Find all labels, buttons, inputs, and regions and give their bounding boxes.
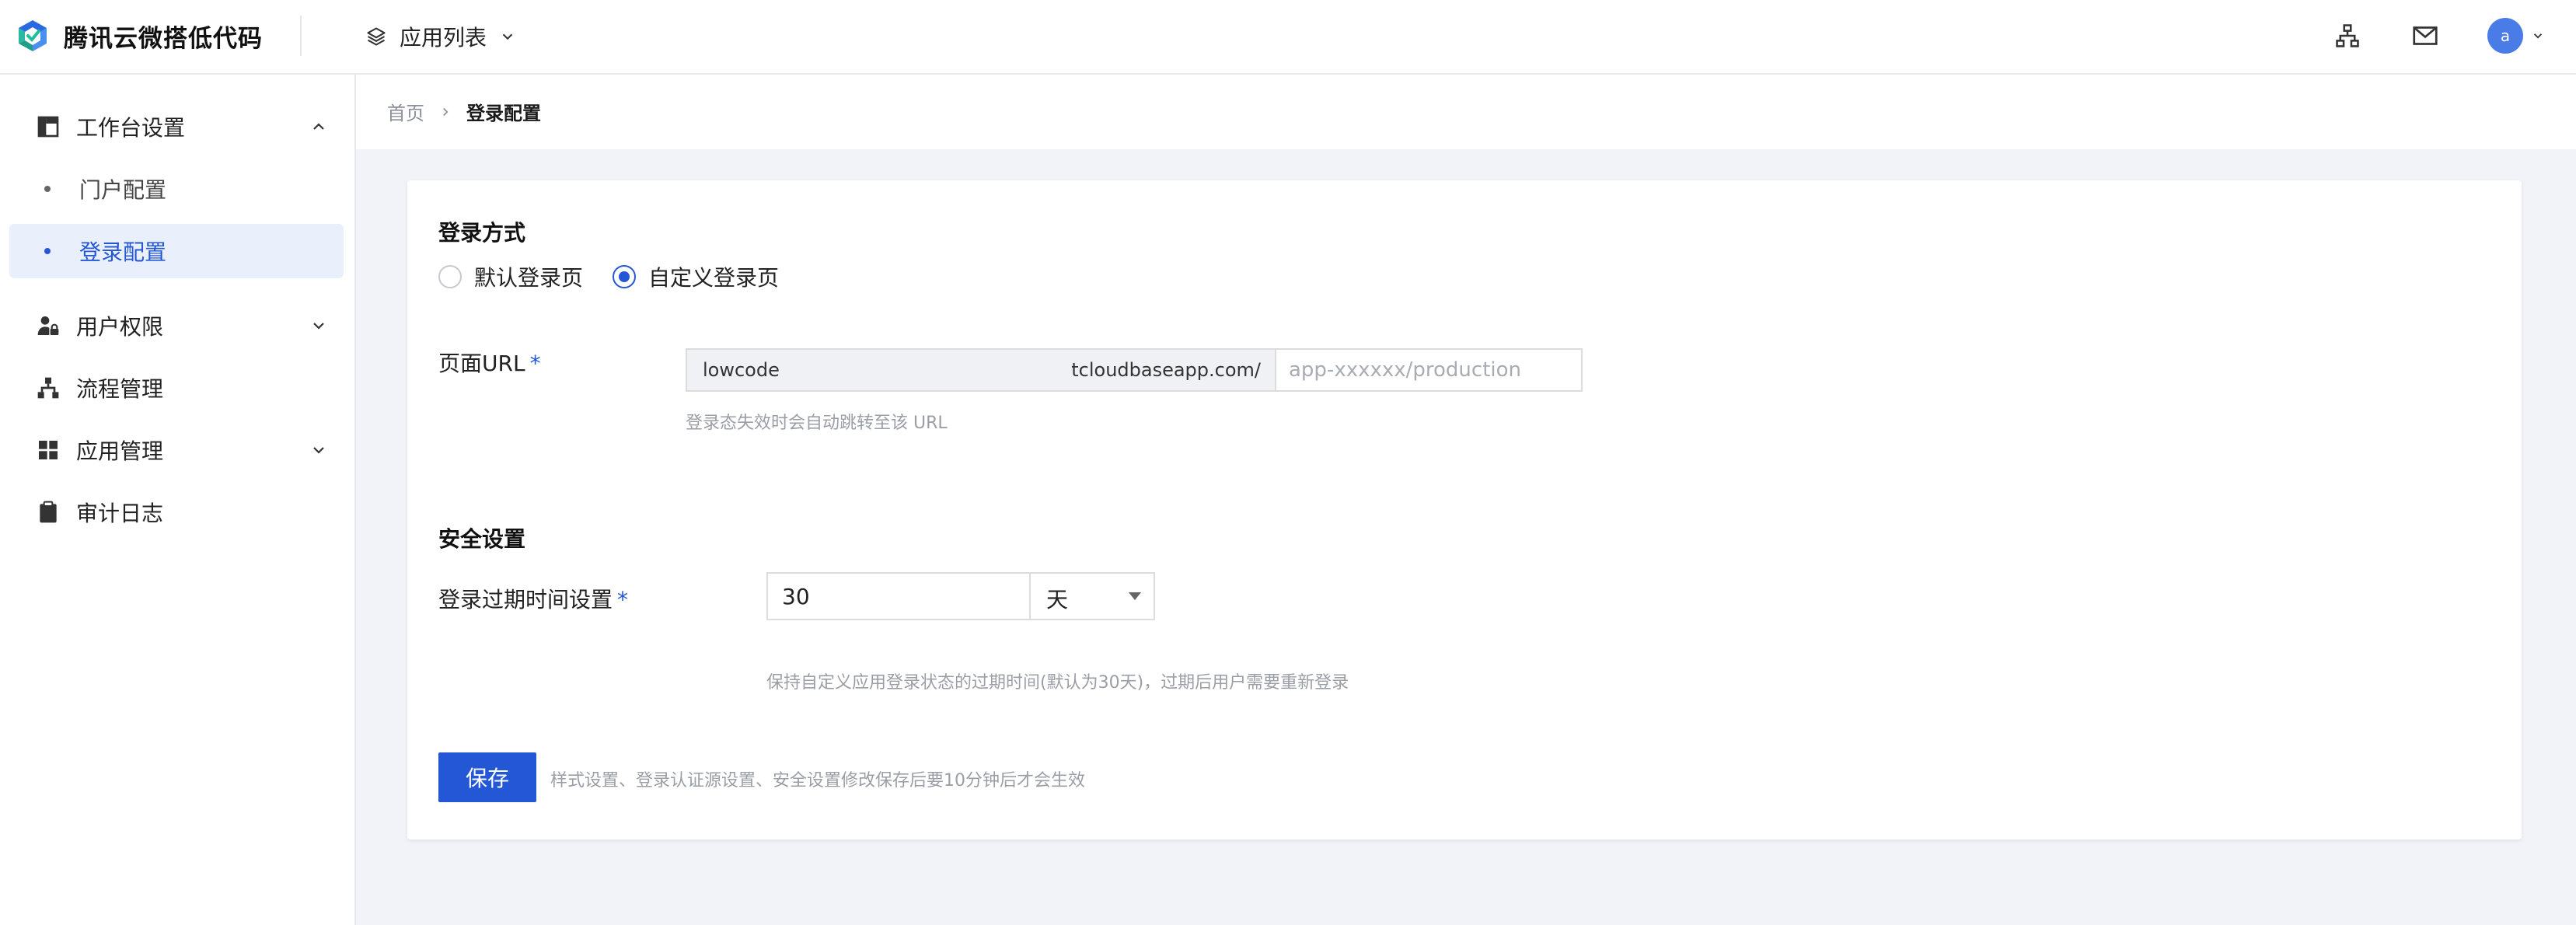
sidebar-item-portal-config[interactable]: 门户配置 bbox=[9, 162, 344, 216]
radio-circle bbox=[438, 265, 462, 288]
save-hint: 样式设置、登录认证源设置、安全设置修改保存后要10分钟后才会生效 bbox=[550, 771, 1085, 791]
login-method-title: 登录方式 bbox=[438, 220, 526, 246]
breadcrumb: 首页 登录配置 bbox=[387, 98, 541, 125]
expire-unit-value: 天 bbox=[1046, 587, 1069, 613]
expire-time-input[interactable] bbox=[766, 572, 1031, 620]
caret-down-icon bbox=[1129, 592, 1141, 600]
url-prefix: lowcode tcloudbaseapp.com/ bbox=[687, 350, 1276, 390]
radio-circle bbox=[613, 265, 636, 288]
mail-button[interactable] bbox=[2410, 20, 2441, 51]
top-bar: 腾讯云微搭低代码 应用列表 a bbox=[0, 0, 2576, 75]
sidebar-item-label: 登录配置 bbox=[79, 239, 167, 265]
page-url-input[interactable] bbox=[1276, 350, 1581, 390]
sidebar-item-label: 审计日志 bbox=[76, 501, 164, 526]
chevron-down-icon bbox=[2533, 33, 2543, 39]
bullet-dot bbox=[44, 248, 51, 254]
page-url-label: 页面URL * bbox=[438, 347, 541, 378]
layers-icon bbox=[367, 27, 386, 46]
security-title: 安全设置 bbox=[438, 526, 526, 552]
expire-unit-select[interactable]: 天 bbox=[1029, 572, 1155, 620]
radio-custom-login[interactable]: 自定义登录页 bbox=[613, 261, 779, 292]
save-button[interactable]: 保存 bbox=[438, 752, 536, 802]
sidebar-item-app-management[interactable]: 应用管理 bbox=[9, 423, 344, 477]
page-url-label-text: 页面URL bbox=[438, 351, 525, 376]
chevron-up-icon bbox=[313, 123, 324, 130]
chevron-down-icon bbox=[313, 447, 324, 454]
chevron-right-icon bbox=[443, 107, 449, 116]
expire-time-label: 登录过期时间设置 * bbox=[438, 583, 628, 614]
org-chart-icon bbox=[2336, 24, 2359, 47]
required-mark: * bbox=[617, 587, 629, 613]
url-prefix-left: lowcode bbox=[703, 359, 780, 381]
user-menu[interactable]: a bbox=[2487, 18, 2545, 54]
clipboard-icon bbox=[40, 501, 57, 523]
header-actions: a bbox=[2332, 12, 2545, 59]
sidebar-item-label: 用户权限 bbox=[76, 314, 164, 340]
page-url-field: lowcode tcloudbaseapp.com/ bbox=[686, 348, 1583, 392]
settings-card: 登录方式 默认登录页 自定义登录页 页面URL * lowcode tcloudb… bbox=[407, 180, 2522, 839]
sidebar-item-workbench[interactable]: 工作台设置 bbox=[9, 99, 344, 154]
breadcrumb-current: 登录配置 bbox=[466, 103, 541, 124]
breadcrumb-bar: 首页 登录配置 bbox=[356, 75, 2576, 149]
header-divider bbox=[300, 16, 302, 56]
mail-icon bbox=[2413, 26, 2438, 45]
sidebar-item-login-config[interactable]: 登录配置 bbox=[9, 224, 344, 278]
expire-time-label-text: 登录过期时间设置 bbox=[438, 587, 613, 613]
org-chart-button[interactable] bbox=[2332, 20, 2363, 51]
required-mark: * bbox=[529, 351, 541, 376]
grid-icon bbox=[39, 441, 58, 459]
radio-label: 默认登录页 bbox=[474, 265, 584, 291]
bullet-dot bbox=[44, 186, 51, 192]
sidebar-item-label: 应用管理 bbox=[76, 438, 164, 464]
user-lock-icon bbox=[37, 316, 59, 335]
brand-name: 腾讯云微搭低代码 bbox=[64, 24, 263, 53]
avatar: a bbox=[2487, 18, 2523, 54]
chevron-down-icon bbox=[502, 33, 513, 40]
radio-label: 自定义登录页 bbox=[648, 265, 780, 291]
brand[interactable]: 腾讯云微搭低代码 bbox=[14, 14, 263, 58]
url-prefix-right: tcloudbaseapp.com/ bbox=[1071, 359, 1261, 381]
sidebar: 工作台设置 门户配置 登录配置 用户权限 流程管理 应用管理 审计日志 bbox=[0, 75, 356, 925]
expire-time-hint: 保持自定义应用登录状态的过期时间(默认为30天)，过期后用户需要重新登录 bbox=[766, 673, 1349, 693]
app-list-label: 应用列表 bbox=[400, 25, 487, 51]
chevron-down-icon bbox=[313, 323, 324, 330]
page-url-hint: 登录态失效时会自动跳转至该 URL bbox=[686, 414, 948, 433]
app-list-dropdown[interactable]: 应用列表 bbox=[365, 17, 516, 56]
sidebar-item-label: 流程管理 bbox=[76, 376, 164, 402]
radio-default-login[interactable]: 默认登录页 bbox=[438, 261, 583, 292]
breadcrumb-home[interactable]: 首页 bbox=[387, 98, 424, 125]
main-content: 首页 登录配置 登录方式 默认登录页 自定义登录页 页面URL * lowcode… bbox=[356, 75, 2576, 925]
sidebar-item-label: 工作台设置 bbox=[76, 115, 186, 141]
sidebar-item-label: 门户配置 bbox=[79, 177, 167, 203]
sidebar-item-audit-log[interactable]: 审计日志 bbox=[9, 485, 344, 539]
sidebar-item-flow-management[interactable]: 流程管理 bbox=[9, 361, 344, 415]
sidebar-item-user-permissions[interactable]: 用户权限 bbox=[9, 298, 344, 353]
flow-icon bbox=[37, 377, 59, 399]
workbench-icon bbox=[37, 116, 59, 138]
weda-logo-icon bbox=[19, 20, 47, 51]
